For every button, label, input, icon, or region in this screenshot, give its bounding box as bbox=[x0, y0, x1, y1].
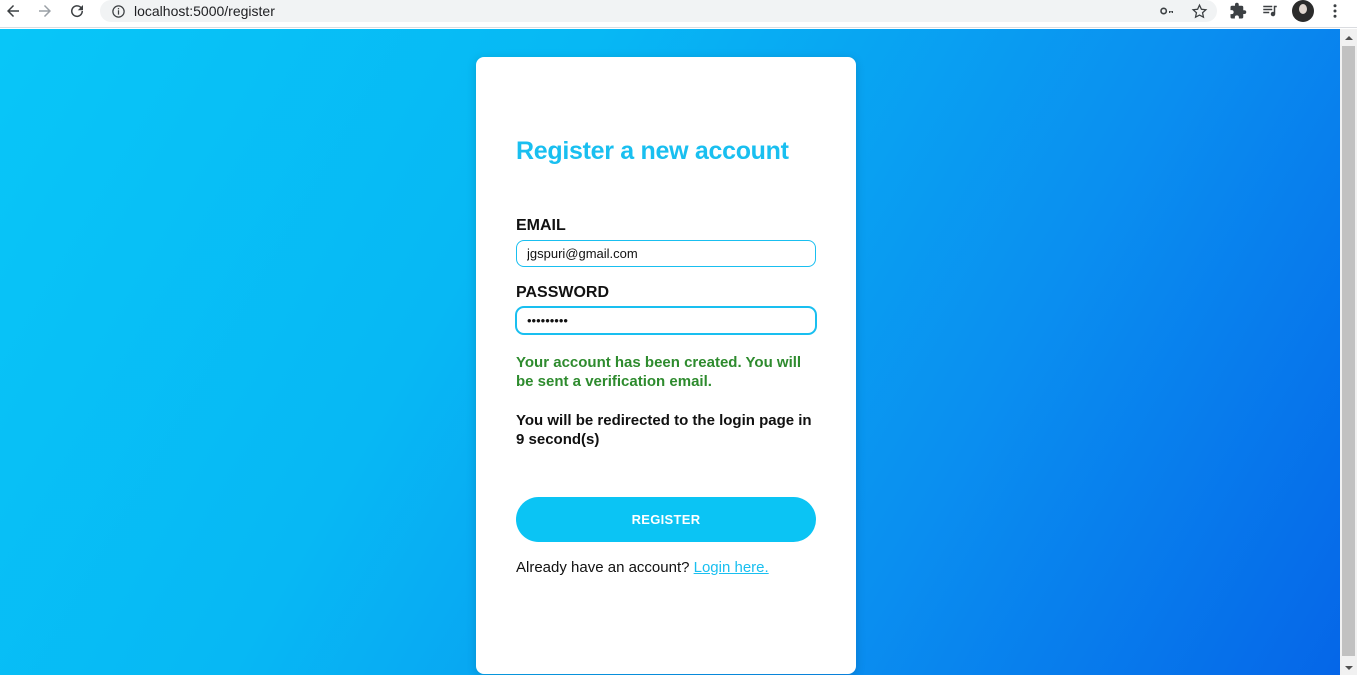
email-label: EMAIL bbox=[516, 217, 566, 234]
register-card: Register a new account EMAIL PASSWORD Yo… bbox=[476, 57, 856, 674]
password-field[interactable] bbox=[516, 307, 816, 334]
reload-icon[interactable] bbox=[64, 0, 90, 22]
back-arrow-icon[interactable] bbox=[0, 0, 26, 22]
url-text[interactable]: localhost:5000/register bbox=[134, 3, 275, 19]
scroll-up-icon[interactable] bbox=[1340, 31, 1357, 45]
info-icon[interactable] bbox=[110, 3, 126, 19]
login-link[interactable]: Login here. bbox=[694, 559, 769, 576]
success-message: Your account has been created. You will … bbox=[516, 354, 802, 390]
register-button[interactable]: REGISTER bbox=[516, 497, 816, 542]
scroll-thumb[interactable] bbox=[1342, 46, 1355, 656]
login-prompt: Already have an account? Login here. bbox=[516, 559, 769, 576]
media-queue-icon[interactable] bbox=[1260, 1, 1280, 21]
page-scrollbar[interactable] bbox=[1340, 29, 1357, 675]
scroll-down-icon[interactable] bbox=[1340, 661, 1357, 675]
page-background: Register a new account EMAIL PASSWORD Yo… bbox=[0, 29, 1340, 675]
page-title: Register a new account bbox=[516, 137, 789, 165]
star-icon[interactable] bbox=[1190, 2, 1208, 20]
more-menu-icon[interactable] bbox=[1325, 1, 1345, 21]
extensions-icon[interactable] bbox=[1228, 1, 1248, 21]
browser-toolbar: localhost:5000/register bbox=[0, 0, 1357, 28]
address-bar[interactable]: localhost:5000/register bbox=[100, 0, 1217, 22]
email-field[interactable] bbox=[516, 240, 816, 267]
password-label: PASSWORD bbox=[516, 284, 610, 301]
redirect-message: You will be redirected to the login page… bbox=[516, 412, 812, 448]
profile-avatar[interactable] bbox=[1292, 0, 1314, 22]
login-prompt-text: Already have an account? bbox=[516, 559, 690, 576]
key-icon[interactable] bbox=[1158, 2, 1176, 20]
forward-arrow-icon[interactable] bbox=[32, 0, 58, 22]
